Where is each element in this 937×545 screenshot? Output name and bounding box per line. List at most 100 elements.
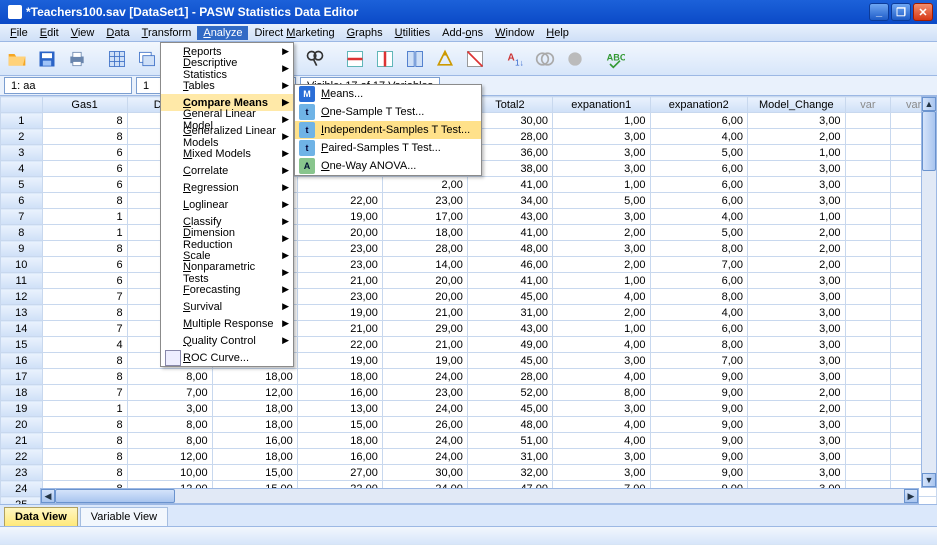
data-cell[interactable]: 9,00 (650, 449, 748, 465)
row-number[interactable]: 2 (1, 129, 43, 145)
data-cell[interactable]: 43,00 (467, 321, 552, 337)
data-cell[interactable] (297, 177, 382, 193)
table-row[interactable]: 1689,0016,0019,0019,0045,003,007,003,00 (1, 353, 937, 369)
data-cell[interactable] (845, 401, 891, 417)
data-cell[interactable]: 8 (42, 129, 127, 145)
data-cell[interactable]: 6 (42, 273, 127, 289)
data-cell[interactable] (845, 225, 891, 241)
data-icon[interactable] (104, 46, 130, 72)
data-cell[interactable]: 3,00 (552, 353, 650, 369)
row-number[interactable]: 25 (1, 497, 43, 505)
data-cell[interactable]: 8 (42, 113, 127, 129)
data-cell[interactable]: 8,00 (127, 433, 212, 449)
menu-edit[interactable]: Edit (34, 26, 65, 40)
data-cell[interactable]: 45,00 (467, 289, 552, 305)
data-cell[interactable]: 1,00 (552, 113, 650, 129)
data-cell[interactable] (845, 433, 891, 449)
data-cell[interactable]: 28,00 (467, 369, 552, 385)
row-number[interactable]: 22 (1, 449, 43, 465)
data-cell[interactable]: 3,00 (748, 369, 846, 385)
data-cell[interactable]: 3,00 (127, 401, 212, 417)
menu-graphs[interactable]: Graphs (341, 26, 389, 40)
data-cell[interactable]: 17,00 (382, 209, 467, 225)
data-cell[interactable]: 43,00 (467, 209, 552, 225)
column-header[interactable]: var (845, 97, 891, 113)
column-header[interactable]: Model_Change (748, 97, 846, 113)
row-number[interactable]: 14 (1, 321, 43, 337)
table-row[interactable]: 14715,0021,0029,0043,001,006,003,00 (1, 321, 937, 337)
cell-reference[interactable]: 1: aa (4, 77, 132, 94)
menu-utilities[interactable]: Utilities (389, 26, 436, 40)
data-cell[interactable] (845, 113, 891, 129)
data-cell[interactable]: 20,00 (382, 273, 467, 289)
data-cell[interactable]: 2,00 (748, 225, 846, 241)
data-cell[interactable]: 21,00 (382, 305, 467, 321)
row-number[interactable]: 5 (1, 177, 43, 193)
data-cell[interactable]: 5,00 (552, 193, 650, 209)
menu-analyze[interactable]: Analyze (197, 26, 248, 40)
table-row[interactable]: 1877,0012,0016,0023,0052,008,009,002,00 (1, 385, 937, 401)
data-cell[interactable]: 2,00 (382, 177, 467, 193)
row-number[interactable]: 6 (1, 193, 43, 209)
analyze-item[interactable]: Dimension Reduction▶ (161, 230, 293, 247)
menu-addons[interactable]: Add-ons (436, 26, 489, 40)
data-cell[interactable]: 7 (42, 385, 127, 401)
row-number[interactable]: 12 (1, 289, 43, 305)
row-number[interactable]: 4 (1, 161, 43, 177)
data-cell[interactable]: 8,00 (650, 289, 748, 305)
row-number[interactable]: 21 (1, 433, 43, 449)
data-cell[interactable]: 8 (42, 193, 127, 209)
data-cell[interactable]: 45,00 (467, 401, 552, 417)
data-cell[interactable]: 9,00 (650, 465, 748, 481)
data-cell[interactable]: 3,00 (748, 337, 846, 353)
data-cell[interactable]: 10,00 (127, 465, 212, 481)
analyze-item[interactable]: Loglinear▶ (161, 196, 293, 213)
data-cell[interactable]: 1 (42, 209, 127, 225)
data-cell[interactable]: 23,00 (382, 193, 467, 209)
table-row[interactable]: 6816,0022,0023,0034,005,006,003,00 (1, 193, 937, 209)
data-cell[interactable]: 3,00 (552, 145, 650, 161)
data-cell[interactable]: 1,00 (748, 209, 846, 225)
data-cell[interactable]: 4,00 (650, 305, 748, 321)
menu-view[interactable]: View (65, 26, 101, 40)
data-cell[interactable]: 6 (42, 161, 127, 177)
data-cell[interactable]: 7,00 (650, 257, 748, 273)
data-cell[interactable] (845, 417, 891, 433)
data-cell[interactable]: 3,00 (748, 273, 846, 289)
data-cell[interactable]: 3,00 (552, 241, 650, 257)
data-cell[interactable]: 16,00 (297, 385, 382, 401)
data-cell[interactable] (845, 273, 891, 289)
data-cell[interactable]: 3,00 (748, 353, 846, 369)
analyze-item[interactable]: Forecasting▶ (161, 281, 293, 298)
minimize-button[interactable]: _ (869, 3, 889, 21)
data-cell[interactable]: 32,00 (467, 465, 552, 481)
data-cell[interactable]: 8,00 (650, 241, 748, 257)
select-cases-icon[interactable] (462, 46, 488, 72)
data-cell[interactable]: 23,00 (297, 241, 382, 257)
use-sets-icon[interactable] (532, 46, 558, 72)
save-icon[interactable] (34, 46, 60, 72)
data-cell[interactable]: 8,00 (650, 337, 748, 353)
data-cell[interactable]: 3,00 (552, 449, 650, 465)
row-number[interactable]: 15 (1, 337, 43, 353)
column-header[interactable]: expanation1 (552, 97, 650, 113)
open-icon[interactable] (4, 46, 30, 72)
data-cell[interactable]: 29,00 (382, 321, 467, 337)
data-cell[interactable]: 24,00 (382, 369, 467, 385)
data-cell[interactable]: 27,00 (297, 465, 382, 481)
data-cell[interactable]: 16,00 (212, 433, 297, 449)
data-cell[interactable]: 22,00 (297, 337, 382, 353)
menu-file[interactable]: File (4, 26, 34, 40)
data-cell[interactable]: 6,00 (650, 161, 748, 177)
data-cell[interactable] (845, 449, 891, 465)
menu-window[interactable]: Window (489, 26, 540, 40)
data-cell[interactable]: 22,00 (297, 193, 382, 209)
data-cell[interactable]: 13,00 (297, 401, 382, 417)
data-cell[interactable]: 24,00 (382, 433, 467, 449)
data-cell[interactable]: 3,00 (748, 177, 846, 193)
menu-data[interactable]: Data (100, 26, 135, 40)
data-cell[interactable]: 20,00 (297, 225, 382, 241)
data-cell[interactable]: 28,00 (382, 241, 467, 257)
data-cell[interactable]: 23,00 (297, 257, 382, 273)
menu-direct-marketing[interactable]: Direct Marketing (248, 26, 340, 40)
